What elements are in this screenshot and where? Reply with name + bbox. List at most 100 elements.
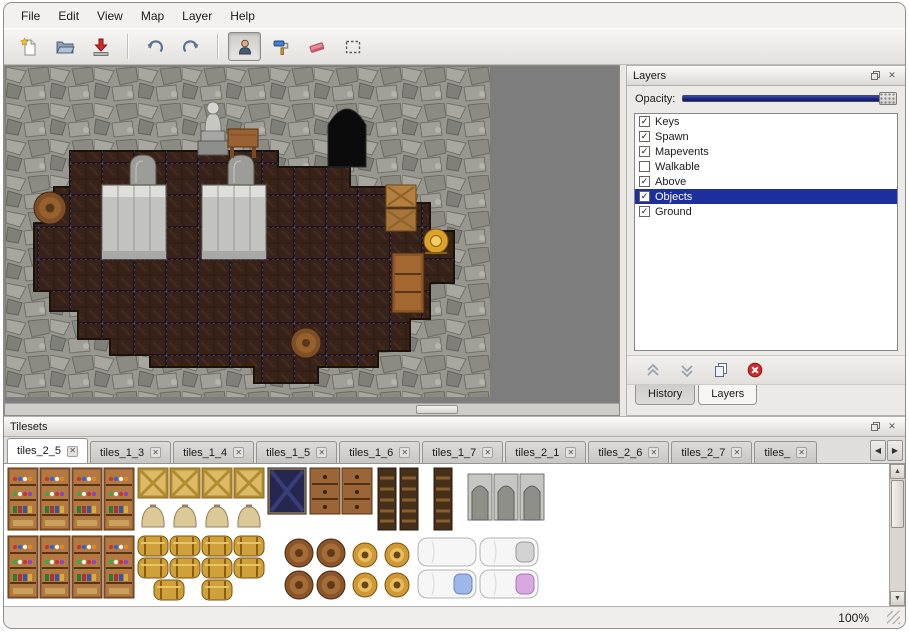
tileset-tab-clipped[interactable]: tiles_ ✕ <box>754 441 817 463</box>
toolbar-separator <box>127 34 128 59</box>
layer-row-spawn[interactable]: ✓ Spawn <box>635 129 897 144</box>
opacity-slider[interactable] <box>682 92 897 105</box>
layer-checkbox[interactable]: ✓ <box>639 116 650 127</box>
tab-history[interactable]: History <box>635 385 695 405</box>
close-panel-icon[interactable]: ✕ <box>885 69 899 82</box>
tileset-image[interactable] <box>6 466 860 604</box>
redo-arrow-icon <box>181 37 201 57</box>
tab-close-icon[interactable]: ✕ <box>796 447 807 458</box>
map-canvas-area[interactable] <box>4 65 620 416</box>
scroll-up-icon[interactable]: ▲ <box>890 464 905 479</box>
menu-edit[interactable]: Edit <box>49 6 88 26</box>
layer-row-keys[interactable]: ✓ Keys <box>635 114 897 129</box>
undo-button[interactable] <box>138 32 171 61</box>
eraser-tool-button[interactable] <box>300 32 333 61</box>
tileset-tab-tiles_2_5[interactable]: tiles_2_5 ✕ <box>7 438 88 463</box>
layer-label: Spawn <box>655 131 689 143</box>
layers-panel: Layers ✕ Opacity: ✓ Keys ✓ <box>626 65 905 416</box>
paint-roller-icon <box>271 37 291 57</box>
open-button[interactable] <box>48 32 81 61</box>
float-panel-icon[interactable] <box>868 420 882 433</box>
tileset-tab-tiles_1_7[interactable]: tiles_1_7 ✕ <box>422 441 503 463</box>
layer-checkbox[interactable]: ✓ <box>639 146 650 157</box>
redo-button[interactable] <box>174 32 207 61</box>
stamp-tool-button[interactable] <box>228 32 261 61</box>
tileset-tab-label: tiles_2_5 <box>17 445 61 457</box>
tab-scroll-left-icon[interactable]: ◀ <box>870 440 886 461</box>
menu-help[interactable]: Help <box>221 6 264 26</box>
tileset-tab-tiles_1_6[interactable]: tiles_1_6 ✕ <box>339 441 420 463</box>
slider-track[interactable] <box>682 95 896 102</box>
select-tool-button[interactable] <box>336 32 369 61</box>
tab-close-icon[interactable]: ✕ <box>67 446 78 457</box>
tileset-tab-tiles_1_3[interactable]: tiles_1_3 ✕ <box>90 441 171 463</box>
opacity-label: Opacity: <box>635 93 675 105</box>
menu-map[interactable]: Map <box>132 6 173 26</box>
tab-close-icon[interactable]: ✕ <box>648 447 659 458</box>
tab-close-icon[interactable]: ✕ <box>150 447 161 458</box>
map-cabinet <box>392 253 424 313</box>
tileset-tab-tiles_2_6[interactable]: tiles_2_6 ✕ <box>588 441 669 463</box>
double-chevron-up-icon <box>646 363 660 378</box>
fill-tool-button[interactable] <box>264 32 297 61</box>
move-layer-up-button[interactable] <box>643 360 663 380</box>
delete-layer-button[interactable] <box>745 360 765 380</box>
layer-row-above[interactable]: ✓ Above <box>635 174 897 189</box>
tab-close-icon[interactable]: ✕ <box>316 447 327 458</box>
layer-checkbox[interactable] <box>639 161 650 172</box>
move-layer-down-button[interactable] <box>677 360 697 380</box>
scroll-down-icon[interactable]: ▼ <box>890 591 905 606</box>
map-barrel <box>291 328 321 358</box>
new-file-button[interactable] <box>12 32 45 61</box>
menu-bar: File Edit View Map Layer Help <box>4 3 905 28</box>
tileset-tabbar: tiles_2_5 ✕ tiles_1_3 ✕ tiles_1_4 ✕ tile… <box>4 437 905 464</box>
close-panel-icon[interactable]: ✕ <box>885 420 899 433</box>
map-horizontal-scrollbar[interactable] <box>5 403 619 415</box>
menu-file[interactable]: File <box>12 6 49 26</box>
undo-arrow-icon <box>145 37 165 57</box>
tileset-vertical-scrollbar[interactable]: ▲ ▼ <box>889 464 905 606</box>
slider-handle[interactable] <box>879 92 897 105</box>
tileset-tab-tiles_1_4[interactable]: tiles_1_4 ✕ <box>173 441 254 463</box>
tileset-tab-label: tiles_2_1 <box>515 447 559 459</box>
layer-row-ground[interactable]: ✓ Ground <box>635 204 897 219</box>
tileset-tab-tiles_1_5[interactable]: tiles_1_5 ✕ <box>256 441 337 463</box>
tab-close-icon[interactable]: ✕ <box>233 447 244 458</box>
tab-close-icon[interactable]: ✕ <box>399 447 410 458</box>
duplicate-layer-button[interactable] <box>711 360 731 380</box>
layer-row-walkable[interactable]: Walkable <box>635 159 897 174</box>
layers-list[interactable]: ✓ Keys ✓ Spawn ✓ Mapevents Walkable ✓ <box>634 113 898 351</box>
menu-layer[interactable]: Layer <box>173 6 221 26</box>
map-image[interactable] <box>6 67 490 397</box>
layer-checkbox[interactable]: ✓ <box>639 191 650 202</box>
layer-checkbox[interactable]: ✓ <box>639 206 650 217</box>
float-panel-icon[interactable] <box>868 69 882 82</box>
tileset-tab-label: tiles_2_7 <box>681 447 725 459</box>
layer-checkbox[interactable]: ✓ <box>639 131 650 142</box>
layer-checkbox[interactable]: ✓ <box>639 176 650 187</box>
tilesets-panel-titlebar: Tilesets ✕ <box>4 417 905 437</box>
layers-panel-toolbar <box>627 355 905 385</box>
layer-row-mapevents[interactable]: ✓ Mapevents <box>635 144 897 159</box>
layers-panel-title: Layers <box>633 70 865 82</box>
layer-label: Objects <box>655 191 692 203</box>
tab-close-icon[interactable]: ✕ <box>482 447 493 458</box>
double-chevron-down-icon <box>680 363 694 378</box>
scrollbar-thumb[interactable] <box>891 480 904 528</box>
tileset-tab-tiles_2_7[interactable]: tiles_2_7 ✕ <box>671 441 752 463</box>
tileset-tab-tiles_2_1[interactable]: tiles_2_1 ✕ <box>505 441 586 463</box>
resize-grip[interactable] <box>887 611 900 624</box>
layer-label: Walkable <box>655 161 700 173</box>
toolbar-separator <box>217 34 218 59</box>
tab-close-icon[interactable]: ✕ <box>731 447 742 458</box>
tab-close-icon[interactable]: ✕ <box>565 447 576 458</box>
tab-layers[interactable]: Layers <box>698 385 757 405</box>
layer-label: Mapevents <box>655 146 709 158</box>
layer-row-objects[interactable]: ✓ Objects <box>635 189 897 204</box>
tileset-tab-label: tiles_1_7 <box>432 447 476 459</box>
tileset-content[interactable]: ▲ ▼ <box>4 464 905 607</box>
tab-scroll-right-icon[interactable]: ▶ <box>887 440 903 461</box>
scrollbar-thumb[interactable] <box>416 405 458 414</box>
menu-view[interactable]: View <box>88 6 132 26</box>
save-button[interactable] <box>84 32 117 61</box>
